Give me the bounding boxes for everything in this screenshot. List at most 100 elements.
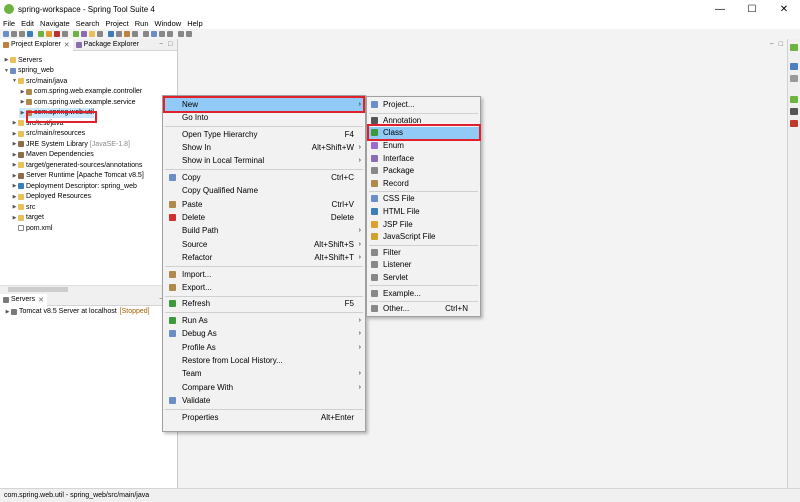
menu-run[interactable]: Run — [135, 19, 149, 28]
toolbar-button[interactable] — [19, 31, 25, 37]
outline-icon[interactable] — [790, 63, 798, 70]
ctx-menu-item-refactor[interactable]: Refactor Alt+Shift+T › — [163, 251, 365, 264]
new-submenu-item-record[interactable]: Record — [367, 178, 480, 190]
maximize-editor-icon[interactable]: □ — [779, 41, 783, 48]
toolbar-button[interactable] — [178, 31, 184, 37]
perspective-icon[interactable] — [790, 44, 798, 51]
maximize-view-icon[interactable]: □ — [168, 41, 174, 48]
ctx-menu-item-show-in[interactable]: Show In Alt+Shift+W › — [163, 141, 365, 154]
toolbar-button[interactable] — [116, 31, 122, 37]
expand-arrow-icon[interactable]: ▶ — [3, 57, 10, 63]
tree-item-maven-dependencies[interactable]: ▶ Maven Dependencies — [11, 150, 94, 161]
toolbar-button[interactable] — [108, 31, 114, 37]
expand-arrow-icon[interactable]: ▶ — [11, 162, 18, 168]
menu-window[interactable]: Window — [155, 19, 182, 28]
toolbar-button[interactable] — [97, 31, 103, 37]
tab-package-explorer[interactable]: Package Explorer — [73, 39, 142, 51]
tree-item-src-main-resources[interactable]: ▶ src/main/resources — [11, 129, 86, 140]
tree-item-src-main-java[interactable]: ▼ src/main/java — [11, 76, 67, 87]
ctx-menu-item-export[interactable]: Export... — [163, 281, 365, 294]
ctx-menu-item-import[interactable]: Import... — [163, 268, 365, 281]
toolbar-button[interactable] — [89, 31, 95, 37]
menu-search[interactable]: Search — [76, 19, 100, 28]
new-submenu-item-listener[interactable]: Listener — [367, 259, 480, 271]
ctx-menu-item-copy[interactable]: Copy Ctrl+C — [163, 171, 365, 184]
ctx-menu-item-validate[interactable]: Validate — [163, 394, 365, 407]
menu-help[interactable]: Help — [187, 19, 202, 28]
ctx-menu-item-profile-as[interactable]: Profile As › — [163, 341, 365, 354]
maximize-button[interactable]: ☐ — [736, 0, 768, 18]
ctx-menu-item-team[interactable]: Team › — [163, 368, 365, 381]
minimize-button[interactable]: — — [704, 0, 736, 18]
problems-icon[interactable] — [790, 120, 798, 127]
expand-arrow-icon[interactable]: ▶ — [19, 89, 26, 95]
ctx-menu-item-compare-with[interactable]: Compare With › — [163, 381, 365, 394]
ctx-menu-item-restore-from-local-history[interactable]: Restore from Local History... — [163, 354, 365, 367]
scrollbar-thumb[interactable] — [8, 287, 68, 292]
toolbar-button[interactable] — [38, 31, 44, 37]
new-submenu-item-interface[interactable]: Interface — [367, 152, 480, 164]
toolbar-button[interactable] — [186, 31, 192, 37]
expand-arrow-icon[interactable]: ▶ — [11, 173, 18, 179]
ctx-menu-item-show-in-local-terminal[interactable]: Show in Local Terminal › — [163, 155, 365, 168]
tree-item-com-spring-web-example-service[interactable]: ▶ com.spring.web.example.service — [19, 97, 136, 108]
collapse-arrow-icon[interactable]: ▼ — [11, 78, 18, 84]
ctx-menu-item-delete[interactable]: Delete Delete — [163, 211, 365, 224]
tree-item-jre-system-library[interactable]: ▶ JRE System Library [JavaSE-1.8] — [11, 139, 130, 150]
tab-servers[interactable]: Servers ✕ — [0, 293, 47, 306]
toolbar-button[interactable] — [3, 31, 9, 37]
new-submenu-item-example[interactable]: Example... — [367, 287, 480, 299]
tree-item-src[interactable]: ▶ src — [11, 202, 36, 213]
toolbar-button[interactable] — [46, 31, 52, 37]
toolbar-button[interactable] — [73, 31, 79, 37]
ctx-menu-item-refresh[interactable]: Refresh F5 — [163, 298, 365, 311]
server-row[interactable]: ▶ Tomcat v8.5 Server at localhost [Stopp… — [4, 308, 150, 315]
new-submenu-item-filter[interactable]: Filter — [367, 247, 480, 259]
expand-arrow-icon[interactable]: ▶ — [11, 152, 18, 158]
expand-arrow-icon[interactable]: ▶ — [19, 110, 26, 116]
menu-project[interactable]: Project — [105, 19, 128, 28]
tree-item-deployment-descriptor-spring-web[interactable]: ▶ Deployment Descriptor: spring_web — [11, 181, 137, 192]
menu-edit[interactable]: Edit — [21, 19, 34, 28]
toolbar-button[interactable] — [81, 31, 87, 37]
new-submenu-item-javascript-file[interactable]: JavaScript File — [367, 231, 480, 243]
tree-item-com-spring-web-example-controller[interactable]: ▶ com.spring.web.example.controller — [19, 87, 143, 98]
close-button[interactable]: ✕ — [768, 0, 800, 18]
toolbar-button[interactable] — [11, 31, 17, 37]
new-submenu-item-other[interactable]: Other... Ctrl+N — [367, 303, 480, 315]
new-submenu-item-enum[interactable]: Enum — [367, 140, 480, 152]
expand-arrow-icon[interactable]: ▶ — [11, 215, 18, 221]
horizontal-scrollbar[interactable] — [0, 285, 177, 292]
expand-arrow-icon[interactable]: ▶ — [4, 309, 11, 315]
close-tab-icon[interactable]: ✕ — [64, 41, 70, 49]
menu-navigate[interactable]: Navigate — [40, 19, 70, 28]
menu-file[interactable]: File — [3, 19, 15, 28]
tree-item-pom-xml[interactable]: pom.xml — [11, 223, 52, 234]
expand-arrow-icon[interactable]: ▶ — [11, 141, 18, 147]
new-submenu-item-servlet[interactable]: Servlet — [367, 272, 480, 284]
ctx-menu-item-open-type-hierarchy[interactable]: Open Type Hierarchy F4 — [163, 128, 365, 141]
new-submenu-item-jsp-file[interactable]: JSP File — [367, 218, 480, 230]
ctx-menu-item-paste[interactable]: Paste Ctrl+V — [163, 198, 365, 211]
minimize-view-icon[interactable]: − — [159, 41, 165, 48]
collapse-arrow-icon[interactable]: ▼ — [3, 68, 10, 74]
toolbar-button[interactable] — [54, 31, 60, 37]
new-submenu-item-css-file[interactable]: CSS File — [367, 193, 480, 205]
ctx-menu-item-run-as[interactable]: Run As › — [163, 314, 365, 327]
new-submenu-item-project[interactable]: Project... — [367, 99, 480, 111]
tree-item-target[interactable]: ▶ target — [11, 213, 44, 224]
expand-arrow-icon[interactable]: ▶ — [19, 99, 26, 105]
tree-item-deployed-resources[interactable]: ▶ Deployed Resources — [11, 192, 91, 203]
tab-project-explorer[interactable]: Project Explorer ✕ — [0, 38, 73, 51]
toolbar-button[interactable] — [124, 31, 130, 37]
spring-boot-dashboard-icon[interactable] — [790, 96, 798, 103]
new-submenu-item-html-file[interactable]: HTML File — [367, 206, 480, 218]
ctx-menu-item-debug-as[interactable]: Debug As › — [163, 327, 365, 340]
expand-arrow-icon[interactable]: ▶ — [11, 204, 18, 210]
toolbar-button[interactable] — [159, 31, 165, 37]
console-icon[interactable] — [790, 108, 798, 115]
tree-item-servers[interactable]: ▶ Servers — [3, 55, 43, 66]
expand-arrow-icon[interactable]: ▶ — [11, 120, 18, 126]
toolbar-button[interactable] — [151, 31, 157, 37]
ctx-menu-item-go-into[interactable]: Go Into — [163, 111, 365, 124]
